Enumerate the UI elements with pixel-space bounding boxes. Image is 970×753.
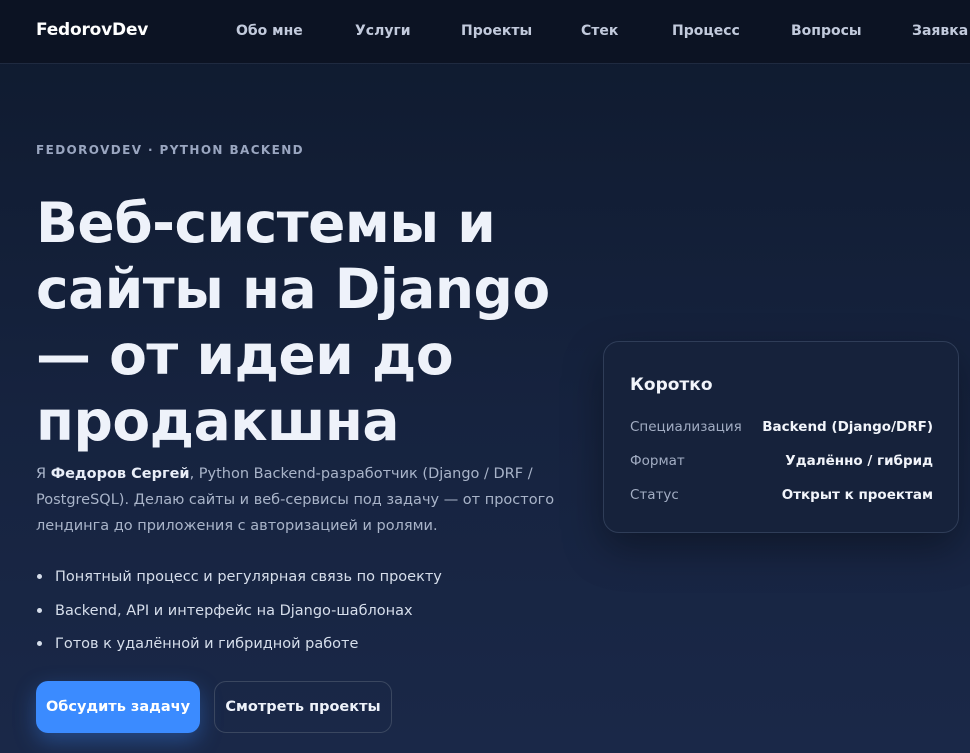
summary-row-status: Статус Открыт к проектам bbox=[630, 487, 933, 507]
bullet-item-backend: Backend, API и интерфейс на Django-шабло… bbox=[36, 600, 442, 634]
summary-row-value: Backend (Django/DRF) bbox=[762, 419, 933, 435]
discuss-task-button[interactable]: Обсудить задачу bbox=[36, 681, 200, 733]
summary-row-specialization: Специализация Backend (Django/DRF) bbox=[630, 419, 933, 439]
hero-bullet-list: Понятный процесс и регулярная связь по п… bbox=[36, 566, 442, 667]
intro-prefix: Я bbox=[36, 466, 51, 482]
bullet-item-remote: Готов к удалённой и гибридной работе bbox=[36, 633, 442, 667]
summary-row-value: Удалённо / гибрид bbox=[785, 453, 933, 469]
hero-headline: Веб-системы и сайты на Django — от идеи … bbox=[36, 191, 550, 453]
intro-author-name: Федоров Сергей bbox=[50, 466, 190, 482]
nav-link-about[interactable]: Обо мне bbox=[236, 23, 303, 39]
summary-card: Коротко Специализация Backend (Django/DR… bbox=[603, 341, 959, 533]
nav-link-stack[interactable]: Стек bbox=[581, 23, 618, 39]
summary-row-label: Формат bbox=[630, 453, 685, 469]
nav-link-request[interactable]: Заявка bbox=[912, 23, 968, 39]
view-projects-button[interactable]: Смотреть проекты bbox=[214, 681, 392, 733]
summary-row-value: Открыт к проектам bbox=[781, 487, 933, 503]
bullet-item-process: Понятный процесс и регулярная связь по п… bbox=[36, 566, 442, 600]
nav-link-services[interactable]: Услуги bbox=[355, 23, 411, 39]
nav-link-projects[interactable]: Проекты bbox=[461, 23, 532, 39]
top-navbar: FedorovDev Обо мне Услуги Проекты Стек П… bbox=[0, 0, 970, 64]
summary-row-label: Специализация bbox=[630, 419, 742, 435]
hero-intro: Я Федоров Сергей, Python Backend-разрабо… bbox=[36, 461, 566, 539]
summary-card-title: Коротко bbox=[630, 375, 713, 395]
brand-logo[interactable]: FedorovDev bbox=[36, 20, 148, 40]
nav-link-process[interactable]: Процесс bbox=[672, 23, 740, 39]
hero-eyebrow: FEDOROVDEV · PYTHON BACKEND bbox=[36, 143, 304, 157]
summary-row-label: Статус bbox=[630, 487, 679, 503]
nav-link-faq[interactable]: Вопросы bbox=[791, 23, 862, 39]
summary-row-format: Формат Удалённо / гибрид bbox=[630, 453, 933, 473]
